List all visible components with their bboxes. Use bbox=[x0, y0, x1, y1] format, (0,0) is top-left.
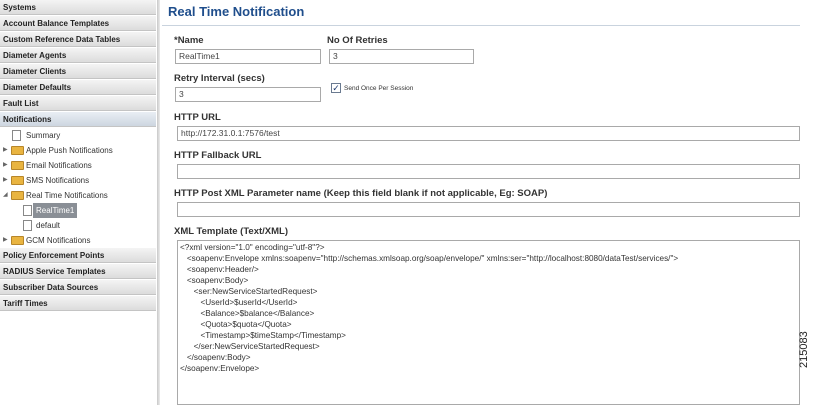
send-once-label: Send Once Per Session bbox=[344, 85, 414, 92]
folder-icon bbox=[11, 176, 24, 185]
folder-icon bbox=[11, 236, 24, 245]
tree-item-apple-push[interactable]: ▶ Apple Push Notifications bbox=[0, 143, 156, 158]
splitter[interactable] bbox=[157, 0, 160, 405]
section-account-balance-templates[interactable]: Account Balance Templates bbox=[0, 16, 156, 31]
section-policy-enforcement-points[interactable]: Policy Enforcement Points bbox=[0, 248, 156, 263]
tree-item-realtime1[interactable]: RealTime1 bbox=[0, 203, 156, 218]
xml-line: <ser:NewServiceStartedRequest> bbox=[180, 287, 318, 296]
tree-label: SMS Notifications bbox=[26, 176, 90, 185]
collapse-arrow-icon[interactable]: ◢ bbox=[3, 188, 8, 203]
section-tariff-times[interactable]: Tariff Times bbox=[0, 296, 156, 311]
section-fault-list[interactable]: Fault List bbox=[0, 96, 156, 111]
open-folder-icon bbox=[11, 191, 24, 200]
tree-item-real-time[interactable]: ◢ Real Time Notifications bbox=[0, 188, 156, 203]
xml-template-label: XML Template (Text/XML) bbox=[174, 226, 289, 237]
expand-arrow-icon[interactable]: ▶ bbox=[3, 173, 8, 188]
post-param-field[interactable] bbox=[177, 202, 800, 217]
checkmark-icon: ✓ bbox=[332, 83, 340, 93]
send-once-checkbox[interactable]: ✓ bbox=[331, 83, 341, 93]
section-subscriber-data-sources[interactable]: Subscriber Data Sources bbox=[0, 280, 156, 295]
retry-interval-field[interactable]: 3 bbox=[175, 87, 321, 102]
retry-interval-label: Retry Interval (secs) bbox=[174, 73, 265, 84]
section-diameter-defaults[interactable]: Diameter Defaults bbox=[0, 80, 156, 95]
http-url-field[interactable]: http://172.31.0.1:7576/test bbox=[177, 126, 800, 141]
tree-item-gcm[interactable]: ▶ GCM Notifications bbox=[0, 233, 156, 248]
xml-line: <Quota>$quota</Quota> bbox=[180, 320, 292, 329]
tree-label: Email Notifications bbox=[26, 161, 92, 170]
retries-field[interactable]: 3 bbox=[329, 49, 474, 64]
expand-arrow-icon[interactable]: ▶ bbox=[3, 233, 8, 248]
figure-number: 215083 bbox=[798, 331, 810, 368]
page-icon bbox=[12, 130, 21, 141]
section-diameter-clients[interactable]: Diameter Clients bbox=[0, 64, 156, 79]
tree-label: Apple Push Notifications bbox=[26, 146, 113, 155]
tree-label: Real Time Notifications bbox=[26, 191, 108, 200]
expand-arrow-icon[interactable]: ▶ bbox=[3, 143, 8, 158]
section-notifications[interactable]: Notifications bbox=[0, 112, 156, 127]
xml-line: <soapenv:Header/> bbox=[180, 265, 259, 274]
tree-label: GCM Notifications bbox=[26, 236, 91, 245]
fallback-url-label: HTTP Fallback URL bbox=[174, 150, 262, 161]
xml-line: <Timestamp>$timeStamp</Timestamp> bbox=[180, 331, 346, 340]
page-title: Real Time Notification bbox=[168, 4, 305, 19]
tree-item-email[interactable]: ▶ Email Notifications bbox=[0, 158, 156, 173]
fallback-url-field[interactable] bbox=[177, 164, 800, 179]
section-systems[interactable]: Systems bbox=[0, 0, 156, 15]
post-param-label: HTTP Post XML Parameter name (Keep this … bbox=[174, 188, 548, 199]
section-radius-service-templates[interactable]: RADIUS Service Templates bbox=[0, 264, 156, 279]
xml-line: <soapenv:Envelope xmlns:soapenv="http://… bbox=[180, 254, 679, 263]
retries-label: No Of Retries bbox=[327, 35, 388, 46]
form-panel: Real Time Notification *Name RealTime1 N… bbox=[162, 0, 800, 405]
page-icon bbox=[23, 220, 32, 231]
xml-line: <?xml version="1.0" encoding="utf-8"?> bbox=[180, 243, 325, 252]
xml-line: <Balance>$balance</Balance> bbox=[180, 309, 315, 318]
page-icon bbox=[23, 205, 32, 216]
section-diameter-agents[interactable]: Diameter Agents bbox=[0, 48, 156, 63]
xml-line: </soapenv:Body> bbox=[180, 353, 251, 362]
tree-item-summary[interactable]: Summary bbox=[0, 128, 156, 143]
xml-line: <soapenv:Body> bbox=[180, 276, 249, 285]
xml-line: </ser:NewServiceStartedRequest> bbox=[180, 342, 320, 351]
tree-item-sms[interactable]: ▶ SMS Notifications bbox=[0, 173, 156, 188]
xml-line: <UserId>$userId</UserId> bbox=[180, 298, 298, 307]
section-custom-reference-data-tables[interactable]: Custom Reference Data Tables bbox=[0, 32, 156, 47]
folder-icon bbox=[11, 146, 24, 155]
folder-icon bbox=[11, 161, 24, 170]
tree-label: Summary bbox=[26, 131, 61, 140]
xml-line: </soapenv:Envelope> bbox=[180, 364, 260, 373]
http-url-label: HTTP URL bbox=[174, 112, 221, 123]
navigation-sidebar: Systems Account Balance Templates Custom… bbox=[0, 0, 156, 405]
tree-item-default[interactable]: default bbox=[0, 218, 156, 233]
xml-template-textarea[interactable]: <?xml version="1.0" encoding="utf-8"?> <… bbox=[177, 240, 800, 405]
tree-label: default bbox=[36, 221, 61, 230]
tree-label-selected: RealTime1 bbox=[33, 203, 78, 218]
name-field[interactable]: RealTime1 bbox=[175, 49, 321, 64]
title-divider bbox=[162, 25, 800, 26]
name-label: *Name bbox=[174, 35, 204, 46]
expand-arrow-icon[interactable]: ▶ bbox=[3, 158, 8, 173]
